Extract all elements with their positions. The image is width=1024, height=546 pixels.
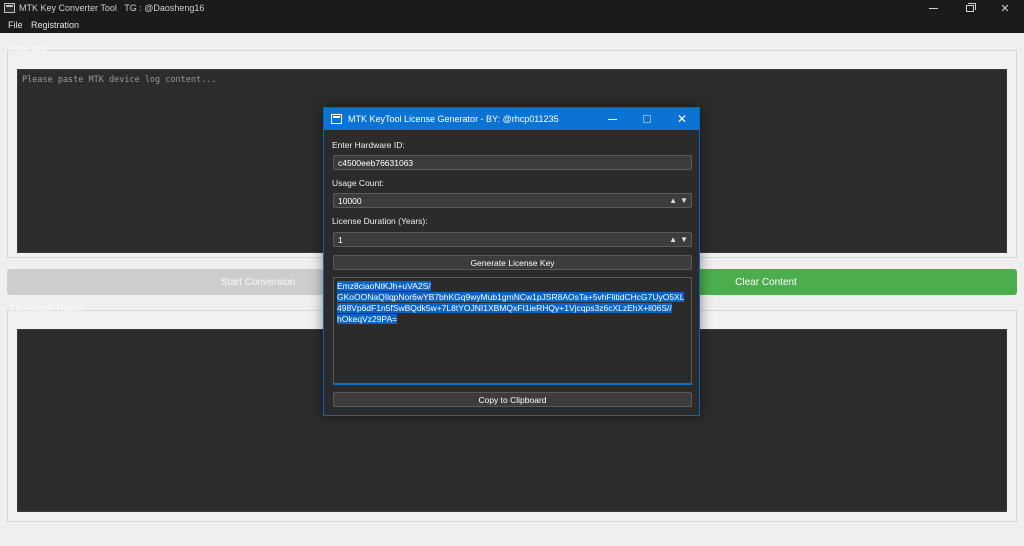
spin-down-icon[interactable]: ▼ (680, 235, 688, 244)
close-button[interactable]: ✕ (985, 0, 1024, 17)
usage-count-label: Usage Count: (332, 178, 384, 188)
window-title: MTK Key Converter Tool TG : @Daosheng16 (19, 3, 205, 13)
dialog-minimize-button[interactable] (595, 108, 629, 130)
spin-up-icon[interactable]: ▲ (669, 235, 677, 244)
dialog-title: MTK KeyTool License Generator - BY: @rhc… (348, 114, 559, 124)
conversion-result-group-label: Conversion Result (9, 303, 83, 313)
license-duration-spinbox[interactable]: 1 ▲ ▼ (333, 232, 692, 247)
license-key-line: GKoOONaQIlqpNor6wYB7bhKGq9wyMub1gmNCw1pJ… (337, 292, 685, 302)
input-log-group-label: Input Log (9, 43, 47, 53)
dialog-close-button[interactable]: ✕ (665, 108, 699, 130)
usage-count-value: 10000 (338, 196, 362, 206)
dialog-window-icon (331, 114, 342, 124)
license-generator-dialog: MTK KeyTool License Generator - BY: @rhc… (323, 107, 700, 416)
spin-up-icon[interactable]: ▲ (669, 196, 677, 205)
restore-icon (966, 3, 976, 12)
license-key-line: hOkeqVz29PA= (337, 314, 398, 324)
menubar: File Registration (0, 17, 1024, 33)
license-key-output[interactable]: Emz8ciaoNtKJh+uVA2S/ GKoOONaQIlqpNor6wYB… (333, 277, 692, 385)
menu-registration[interactable]: Registration (31, 20, 79, 30)
minimize-icon (928, 8, 938, 9)
generate-license-key-button[interactable]: Generate License Key (333, 255, 692, 270)
minimize-icon (607, 118, 617, 120)
maximize-button[interactable] (950, 0, 990, 17)
license-duration-label: License Duration (Years): (332, 216, 428, 226)
dialog-maximize-button[interactable] (630, 108, 664, 130)
dialog-titlebar[interactable]: MTK KeyTool License Generator - BY: @rhc… (324, 108, 699, 130)
minimize-button[interactable] (913, 0, 953, 17)
usage-count-spinbox[interactable]: 10000 ▲ ▼ (333, 193, 692, 208)
hardware-id-input[interactable]: c4500eeb76631063 (333, 155, 692, 170)
license-duration-value: 1 (338, 235, 343, 245)
maximize-icon (643, 115, 651, 123)
copy-to-clipboard-button[interactable]: Copy to Clipboard (333, 392, 692, 407)
hardware-id-label: Enter Hardware ID: (332, 140, 405, 150)
menu-file[interactable]: File (8, 20, 23, 30)
close-icon: ✕ (1000, 3, 1010, 15)
close-icon: ✕ (676, 112, 688, 126)
license-key-text: Emz8ciaoNtKJh+uVA2S/ GKoOONaQIlqpNor6wYB… (337, 281, 688, 325)
log-input-placeholder: Please paste MTK device log content... (22, 75, 217, 85)
hardware-id-value: c4500eeb76631063 (338, 158, 414, 168)
spin-down-icon[interactable]: ▼ (680, 196, 688, 205)
license-key-line: 498Vp6dF1n5fSwBQdk5w+7L8tYOJNI1XBMQxFI1i… (337, 303, 672, 313)
main-titlebar[interactable]: MTK Key Converter Tool TG : @Daosheng16 … (0, 0, 1024, 17)
license-key-line: Emz8ciaoNtKJh+uVA2S/ (337, 281, 431, 291)
app-window-icon (4, 3, 15, 13)
